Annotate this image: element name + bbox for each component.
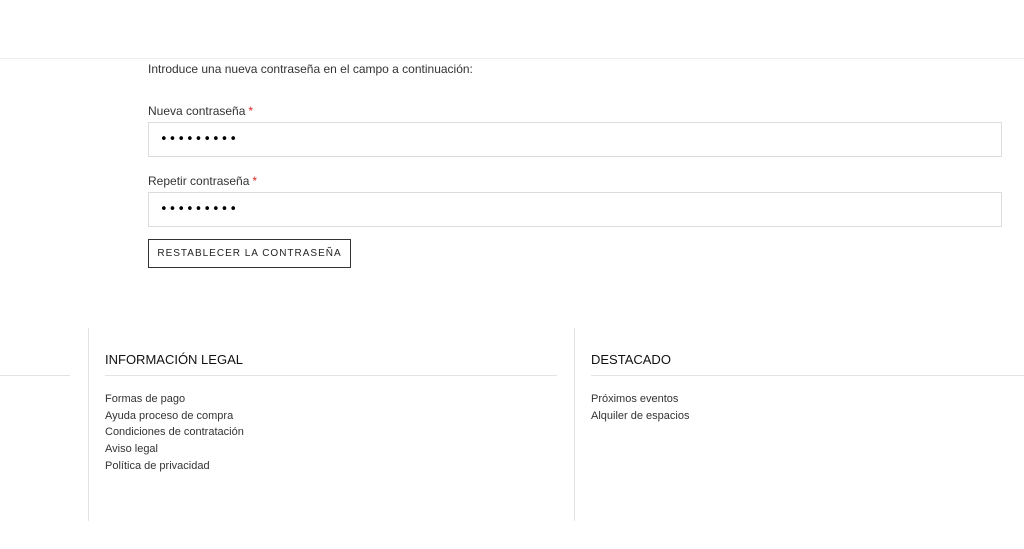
form-intro-text: Introduce una nueva contraseña en el cam… [148,62,473,76]
repeat-password-label-text: Repetir contraseña [148,174,250,188]
footer-link-item: Condiciones de contratación [105,424,244,441]
top-divider [0,58,1024,59]
footer-link-item: Próximos eventos [591,391,689,408]
footer-link-privacy-policy[interactable]: Política de privacidad [105,460,210,472]
footer-link-payment-methods[interactable]: Formas de pago [105,393,185,405]
required-mark: * [248,104,254,118]
new-password-field-box [148,122,1002,157]
footer-legal-links: Formas de pago Ayuda proceso de compra C… [105,391,244,475]
repeat-password-field-box [148,192,1002,227]
footer-column-divider [591,375,1024,376]
footer-link-legal-notice[interactable]: Aviso legal [105,443,158,455]
repeat-password-label: Repetir contraseña * [148,174,257,188]
required-mark: * [252,174,258,188]
footer-column-divider [105,375,557,376]
footer-featured-title: DESTACADO [591,352,671,367]
footer-column-separator [88,328,89,521]
footer-link-item: Alquiler de espacios [591,408,689,425]
new-password-input[interactable] [149,123,1001,156]
repeat-password-input[interactable] [149,193,1001,226]
footer-column-divider [0,375,70,376]
footer-link-item: Ayuda proceso de compra [105,408,244,425]
footer-link-purchase-help[interactable]: Ayuda proceso de compra [105,410,233,422]
footer-featured-links: Próximos eventos Alquiler de espacios [591,391,689,424]
new-password-label: Nueva contraseña * [148,104,253,118]
footer-link-upcoming-events[interactable]: Próximos eventos [591,393,678,405]
reset-password-button[interactable]: RESTABLECER LA CONTRASEÑA [148,239,351,268]
footer-link-item: Aviso legal [105,441,244,458]
footer-link-item: Formas de pago [105,391,244,408]
footer-link-contract-terms[interactable]: Condiciones de contratación [105,426,244,438]
footer-link-space-rental[interactable]: Alquiler de espacios [591,410,689,422]
footer: INFORMACIÓN LEGAL Formas de pago Ayuda p… [0,328,1024,521]
footer-column-separator [574,328,575,521]
new-password-label-text: Nueva contraseña [148,104,246,118]
footer-legal-title: INFORMACIÓN LEGAL [105,352,243,367]
footer-link-item: Política de privacidad [105,458,244,475]
